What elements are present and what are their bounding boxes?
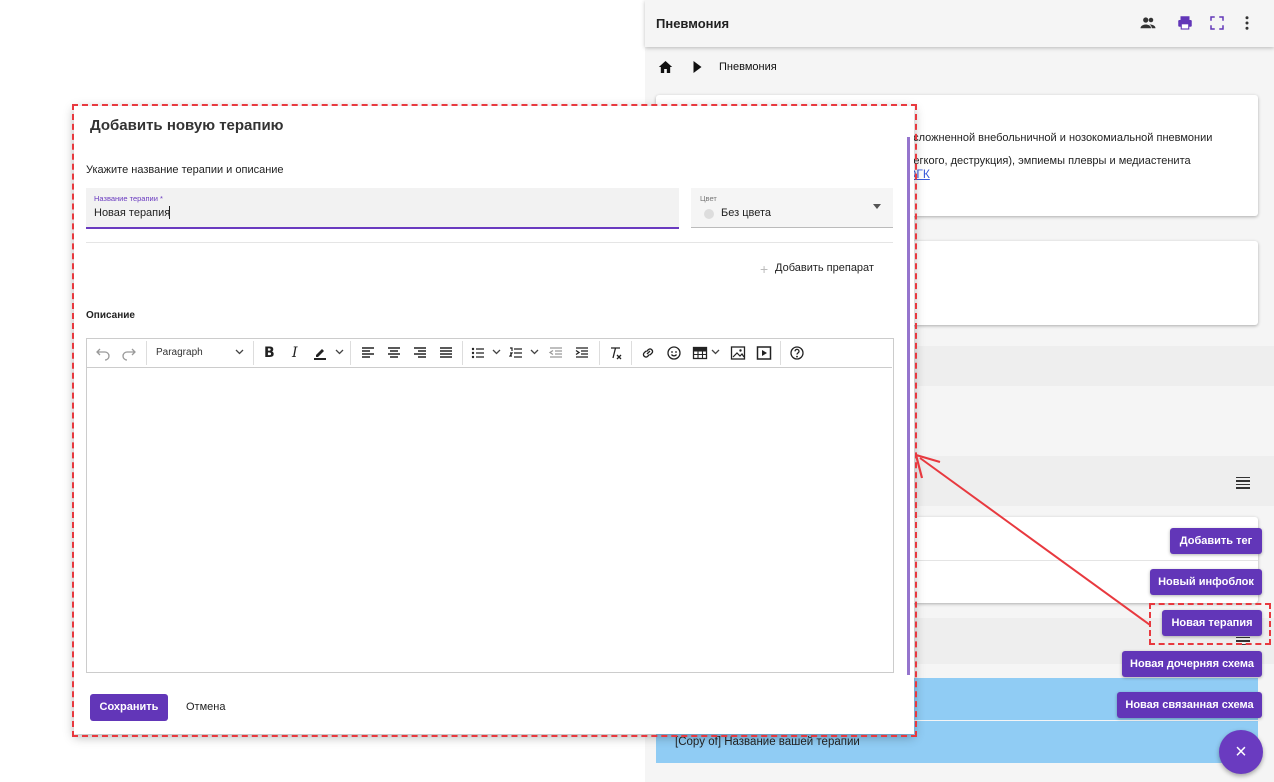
add-tag-button[interactable]: Добавить тег (1170, 528, 1262, 554)
close-fab-button[interactable]: × (1219, 730, 1263, 774)
fullscreen-icon[interactable] (1208, 14, 1226, 32)
home-icon[interactable] (657, 59, 674, 75)
app-title: Пневмония (656, 16, 730, 31)
annotation-dialog-frame (72, 104, 917, 737)
breadcrumb-current[interactable]: Пневмония (719, 61, 777, 73)
info-card-line2: легкого, деструкция), эмпиемы плевры и м… (907, 155, 1191, 167)
new-child-scheme-button[interactable]: Новая дочерняя схема (1122, 651, 1262, 677)
annotation-arrow (914, 453, 1151, 626)
breadcrumb-arrow-icon (693, 61, 702, 73)
more-vert-icon[interactable] (1238, 14, 1256, 32)
therapy-row-copy-label: [Copy of] Название вашей терапии (675, 736, 860, 748)
people-icon[interactable] (1139, 14, 1157, 32)
info-card-line1: осложненной внебольничной и нозокомиальн… (907, 132, 1213, 144)
menu-icon[interactable] (1236, 477, 1250, 489)
print-icon[interactable] (1176, 14, 1194, 32)
new-linked-scheme-button[interactable]: Новая связанная схема (1117, 692, 1262, 718)
